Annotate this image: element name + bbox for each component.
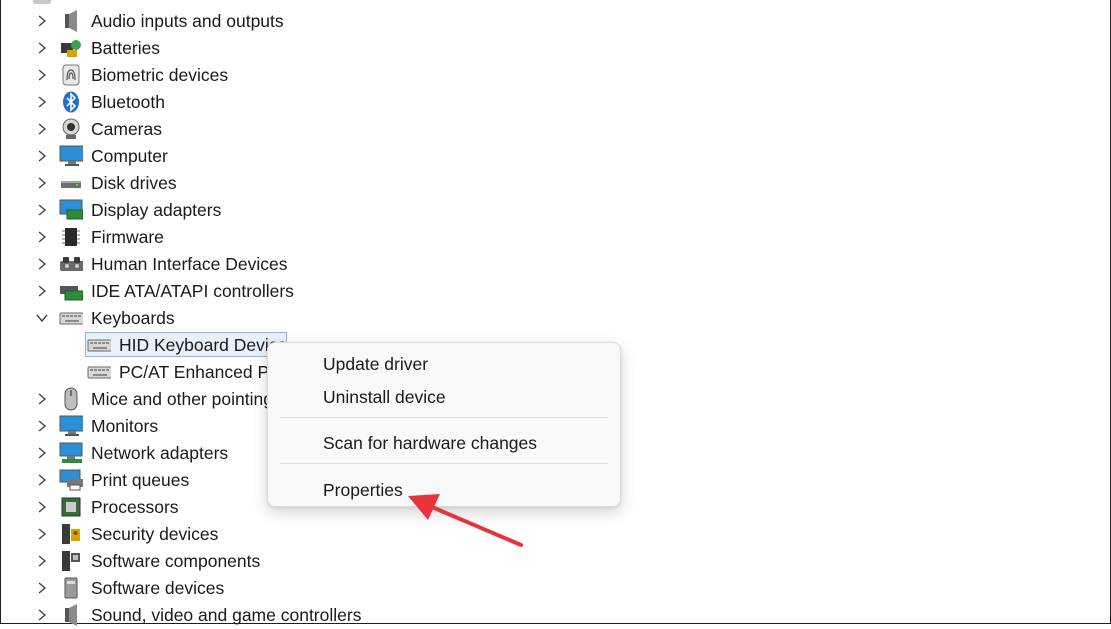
tree-item-label: Software components [91, 551, 261, 571]
keyboard-icon [59, 307, 83, 329]
tree-item-label: Print queues [91, 470, 190, 490]
tree-item-biometric[interactable]: Biometric devices [0, 62, 420, 89]
tree-item-label: Batteries [91, 38, 161, 58]
tree-item-label: Firmware [91, 227, 164, 247]
speaker-icon [59, 604, 83, 626]
chevron-right-icon[interactable] [35, 500, 49, 514]
menu-separator [280, 463, 608, 464]
menu-separator [280, 417, 608, 418]
chip-icon [59, 226, 83, 248]
menu-item-uninstall-device[interactable]: Uninstall device [323, 387, 446, 407]
chevron-right-icon[interactable] [35, 527, 49, 541]
chevron-right-icon[interactable] [35, 446, 49, 460]
chevron-right-icon[interactable] [35, 230, 49, 244]
chevron-right-icon[interactable] [35, 149, 49, 163]
tree-item-display-adapters[interactable]: Display adapters [0, 197, 420, 224]
menu-item-properties[interactable]: Properties [323, 480, 403, 500]
fingerprint-icon [59, 64, 83, 86]
chevron-right-icon[interactable] [35, 608, 49, 622]
chevron-right-icon[interactable] [35, 554, 49, 568]
tree-item-label: Audio inputs and outputs [91, 11, 284, 31]
context-menu: Update driver Uninstall device Scan for … [267, 342, 621, 507]
tree-item-label: Display adapters [91, 200, 222, 220]
tree-item-label: Keyboards [91, 308, 175, 328]
tree-item-software-devices[interactable]: Software devices [0, 575, 420, 602]
chevron-right-icon[interactable] [35, 284, 49, 298]
menu-item-scan-hardware[interactable]: Scan for hardware changes [323, 433, 537, 453]
keyboard-icon [87, 361, 111, 383]
speaker-icon [59, 10, 83, 32]
monitor-icon [59, 145, 83, 167]
tree-item-label: Biometric devices [91, 65, 229, 85]
chevron-right-icon[interactable] [35, 95, 49, 109]
battery-icon [59, 37, 83, 59]
chevron-right-icon[interactable] [35, 68, 49, 82]
tree-item-cameras[interactable]: Cameras [0, 116, 420, 143]
chevron-right-icon[interactable] [35, 581, 49, 595]
tree-item-label: Monitors [91, 416, 159, 436]
chevron-right-icon[interactable] [35, 473, 49, 487]
tree-item-label: Bluetooth [91, 92, 165, 112]
monitor-icon [59, 415, 83, 437]
tree-item-label: Cameras [91, 119, 162, 139]
chevron-down-icon[interactable] [35, 311, 49, 325]
tree-item-label: Human Interface Devices [91, 254, 288, 274]
tree-item-computer[interactable]: Computer [0, 143, 420, 170]
chevron-right-icon[interactable] [35, 41, 49, 55]
tree-item-disk-drives[interactable]: Disk drives [0, 170, 420, 197]
tree-item-label: Software devices [91, 578, 225, 598]
software-devices-icon [59, 577, 83, 599]
chevron-right-icon[interactable] [35, 419, 49, 433]
tree-item-label: Network adapters [91, 443, 229, 463]
disk-drive-icon [59, 172, 83, 194]
tree-item-label: Processors [91, 497, 179, 517]
security-icon [59, 523, 83, 545]
tree-item-firmware[interactable]: Firmware [0, 224, 420, 251]
printer-icon [59, 469, 83, 491]
chevron-right-icon[interactable] [35, 176, 49, 190]
software-components-icon [59, 550, 83, 572]
tree-item-label: Security devices [91, 524, 219, 544]
chevron-right-icon[interactable] [35, 203, 49, 217]
processor-icon [59, 496, 83, 518]
tree-item-hid[interactable]: Human Interface Devices [0, 251, 420, 278]
tree-item-label: IDE ATA/ATAPI controllers [91, 281, 294, 301]
tree-item-label: HID Keyboard Device [119, 335, 288, 355]
bluetooth-icon [59, 91, 83, 113]
tree-item-label: Disk drives [91, 173, 177, 193]
tree-item-software-components[interactable]: Software components [0, 548, 420, 575]
tree-item-label: Computer [91, 146, 168, 166]
tree-item-audio[interactable]: Audio inputs and outputs [0, 8, 420, 35]
camera-icon [59, 118, 83, 140]
controller-icon [59, 280, 83, 302]
scrollbar-thumb[interactable] [33, 0, 51, 4]
chevron-right-icon[interactable] [35, 257, 49, 271]
tree-item-label: Sound, video and game controllers [91, 605, 362, 625]
network-icon [59, 442, 83, 464]
tree-item-bluetooth[interactable]: Bluetooth [0, 89, 420, 116]
tree-item-ide[interactable]: IDE ATA/ATAPI controllers [0, 278, 420, 305]
menu-item-update-driver[interactable]: Update driver [323, 354, 428, 374]
tree-item-keyboards[interactable]: Keyboards [0, 305, 420, 332]
chevron-right-icon[interactable] [35, 14, 49, 28]
keyboard-icon [87, 334, 111, 356]
mouse-icon [59, 387, 83, 411]
chevron-right-icon[interactable] [35, 392, 49, 406]
chevron-right-icon[interactable] [35, 122, 49, 136]
tree-item-batteries[interactable]: Batteries [0, 35, 420, 62]
display-adapter-icon [59, 199, 83, 221]
hid-icon [59, 253, 83, 275]
tree-item-security[interactable]: Security devices [0, 521, 420, 548]
